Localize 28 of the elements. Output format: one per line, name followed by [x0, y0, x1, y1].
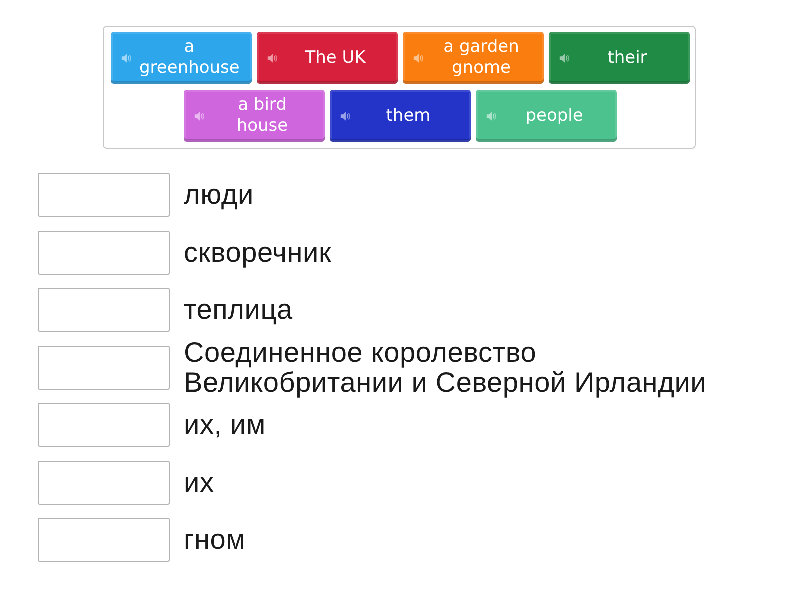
- speaker-icon[interactable]: [340, 110, 350, 122]
- answer-text: Соединенное королевство Великобритании и Северной Ирландии: [184, 338, 708, 398]
- word-tile[interactable]: people: [476, 90, 616, 142]
- speaker-icon[interactable]: [120, 52, 132, 64]
- answer-box[interactable]: [38, 346, 170, 390]
- word-tile[interactable]: a greenhouse: [110, 32, 252, 84]
- answer-text: теплица: [184, 295, 293, 325]
- speaker-icon[interactable]: [558, 52, 570, 64]
- answer-text: скворечник: [184, 238, 332, 268]
- word-tile[interactable]: their: [548, 32, 690, 84]
- answer-text: гном: [184, 525, 246, 555]
- answer-text: их: [184, 468, 214, 498]
- speaker-icon[interactable]: [266, 52, 278, 64]
- answer-box[interactable]: [38, 173, 170, 217]
- word-tile[interactable]: a bird house: [184, 90, 324, 142]
- answer-text: их, им: [184, 410, 266, 440]
- answer-box[interactable]: [38, 230, 170, 274]
- speaker-icon[interactable]: [412, 52, 424, 64]
- word-tile[interactable]: a garden gnome: [402, 32, 544, 84]
- word-tile[interactable]: The UK: [256, 32, 398, 84]
- answer-box[interactable]: [38, 288, 170, 332]
- answer-box[interactable]: [38, 403, 170, 447]
- answer-box[interactable]: [38, 518, 170, 562]
- speaker-icon[interactable]: [194, 110, 204, 122]
- speaker-icon[interactable]: [486, 110, 496, 122]
- answer-box[interactable]: [38, 460, 170, 504]
- answer-text: люди: [184, 180, 254, 210]
- word-tile[interactable]: them: [330, 90, 470, 142]
